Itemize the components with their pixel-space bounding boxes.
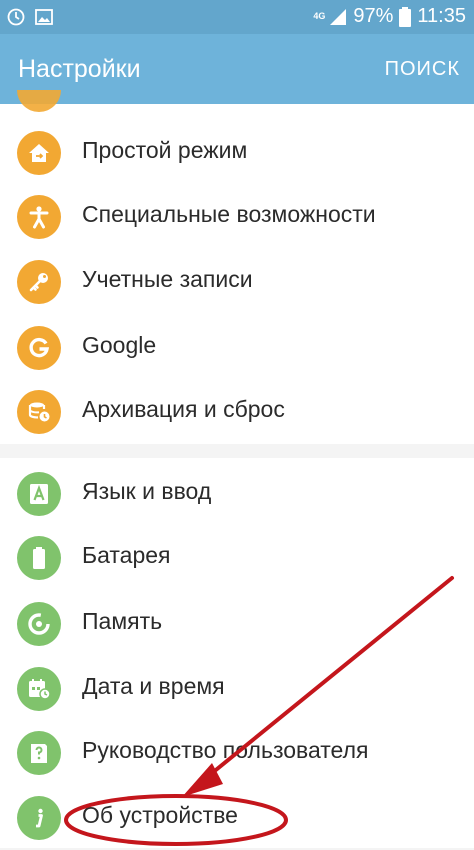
settings-item-storage[interactable]: Память bbox=[0, 592, 474, 656]
settings-item-label: Учетные записи bbox=[82, 266, 253, 292]
network-type: 4G bbox=[313, 11, 326, 21]
settings-item-about-device[interactable]: Об устройстве bbox=[0, 786, 474, 850]
signal-icon bbox=[330, 8, 347, 25]
search-button[interactable]: ПОИСК bbox=[385, 58, 460, 81]
backup-icon bbox=[17, 390, 61, 434]
settings-item-user-manual[interactable]: Руководство пользователя bbox=[0, 721, 474, 785]
settings-item-label: Память bbox=[82, 608, 163, 634]
info-icon bbox=[17, 796, 61, 840]
calendar-icon bbox=[17, 667, 61, 711]
app-bar: Настройки ПОИСК bbox=[0, 34, 474, 104]
settings-item-label: Руководство пользователя bbox=[82, 737, 369, 763]
storage-icon bbox=[17, 602, 61, 646]
settings-group-2: Язык и ввод Батарея Память Дата и время … bbox=[0, 458, 474, 848]
settings-item-accessibility[interactable]: Специальные возможности bbox=[0, 185, 474, 249]
battery-icon bbox=[17, 536, 61, 580]
settings-group-1: Простой режим Специальные возможности Уч… bbox=[0, 90, 474, 444]
settings-item-google[interactable]: Google bbox=[0, 316, 474, 380]
settings-item-battery[interactable]: Батарея bbox=[0, 526, 474, 590]
status-bar: 4G 97% 11:35 bbox=[0, 0, 474, 34]
accessibility-icon bbox=[17, 195, 61, 239]
gallery-notification-icon bbox=[35, 9, 53, 25]
battery-percent: 97% bbox=[353, 5, 394, 27]
google-icon bbox=[17, 326, 61, 370]
settings-item-backup-reset[interactable]: Архивация и сброс bbox=[0, 380, 474, 444]
settings-item-label: Дата и время bbox=[82, 673, 225, 699]
settings-item-label: Простой режим bbox=[82, 137, 248, 163]
settings-item-label: Архивация и сброс bbox=[82, 396, 285, 422]
user-manual-icon bbox=[17, 731, 61, 775]
language-icon bbox=[17, 472, 61, 516]
settings-item-label: Язык и ввод bbox=[82, 478, 212, 504]
home-icon bbox=[17, 131, 61, 175]
settings-item-date-time[interactable]: Дата и время bbox=[0, 657, 474, 721]
settings-item-language-input[interactable]: Язык и ввод bbox=[0, 462, 474, 526]
settings-item-label: Батарея bbox=[82, 542, 171, 568]
settings-item-label: Специальные возможности bbox=[82, 201, 376, 227]
settings-item-label: Об устройстве bbox=[82, 802, 238, 828]
clock-time: 11:35 bbox=[417, 5, 466, 27]
clock-alarm-icon bbox=[7, 8, 25, 26]
key-icon bbox=[17, 260, 61, 304]
settings-item-label: Google bbox=[82, 332, 157, 358]
settings-item-easy-mode[interactable]: Простой режим bbox=[0, 121, 474, 185]
battery-icon bbox=[399, 6, 412, 27]
page-title: Настройки bbox=[18, 55, 141, 83]
previous-item-icon-partial bbox=[17, 90, 61, 112]
settings-item-accounts[interactable]: Учетные записи bbox=[0, 250, 474, 314]
